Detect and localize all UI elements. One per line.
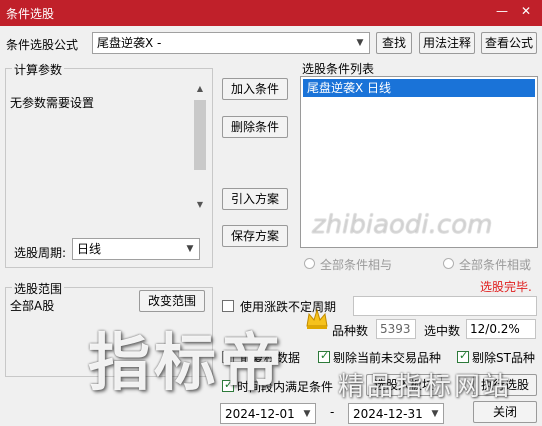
params-text: 无参数需要设置 (10, 96, 95, 110)
list-item[interactable]: 尾盘逆袭X 日线 (303, 79, 535, 97)
minimize-button[interactable]: — (494, 3, 510, 19)
count-label: 品种数 (332, 324, 369, 338)
chevron-down-icon[interactable]: ▼ (182, 239, 198, 259)
scroll-thumb[interactable] (194, 100, 206, 170)
exclude-untraded-label: 剔除当前未交易品种 (333, 351, 442, 365)
range-value: 全部A股 (10, 299, 55, 313)
exclude-st-checkbox[interactable] (457, 349, 469, 363)
selected-label: 选中数 (424, 324, 461, 338)
params-group-label: 计算参数 (12, 61, 65, 78)
period-label: 选股周期: (14, 246, 67, 260)
remove-condition-button[interactable]: 删除条件 (222, 116, 288, 138)
exclude-st-label: 剔除ST品种 (472, 351, 535, 365)
watermark-url: zhibiaodi.com (312, 210, 493, 240)
date-separator: - (330, 405, 335, 419)
use-period-checkbox[interactable] (222, 300, 234, 312)
close-button[interactable]: 关闭 (473, 401, 537, 423)
save-plan-button[interactable]: 保存方案 (222, 225, 288, 247)
or-radio-label: 全部条件相或 (459, 258, 532, 272)
selected-value: 12/0.2% (466, 319, 536, 339)
range-group-label: 选股范围 (12, 280, 65, 297)
start-date-field[interactable]: 2024-12-01 ▼ (220, 403, 316, 424)
find-button[interactable]: 查找 (376, 32, 412, 54)
period-input[interactable] (353, 296, 537, 316)
conditions-list-label: 选股条件列表 (302, 62, 375, 76)
watermark-main: 指标帝 (88, 326, 287, 399)
formula-value: 尾盘逆袭X - (97, 36, 162, 50)
chevron-down-icon[interactable]: ▼ (300, 404, 314, 423)
chevron-down-icon[interactable]: ▼ (428, 404, 442, 423)
watermark-sub: 精品指标网站 (338, 372, 513, 402)
crown-icon (305, 308, 329, 330)
close-window-button[interactable]: ✕ (518, 3, 534, 19)
status-text: 选股完毕. (480, 280, 532, 294)
end-date-value: 2024-12-31 (353, 407, 423, 421)
formula-dropdown[interactable]: 尾盘逆袭X - ▼ (92, 32, 370, 54)
add-condition-button[interactable]: 加入条件 (222, 78, 288, 100)
period-value: 日线 (77, 242, 102, 256)
count-value: 5393 (376, 319, 416, 339)
usage-notes-button[interactable]: 用法注释 (419, 32, 475, 54)
start-date-value: 2024-12-01 (225, 407, 295, 421)
window-title: 条件选股 (6, 7, 55, 21)
exclude-untraded-checkbox[interactable] (318, 349, 330, 363)
formula-label: 条件选股公式 (6, 38, 79, 52)
scroll-down-icon[interactable]: ▼ (192, 198, 208, 212)
import-plan-button[interactable]: 引入方案 (222, 188, 288, 210)
period-dropdown[interactable]: 日线 ▼ (72, 238, 200, 260)
or-radio[interactable] (443, 258, 454, 269)
change-range-button[interactable]: 改变范围 (139, 290, 205, 312)
scroll-up-icon[interactable]: ▲ (192, 82, 208, 96)
and-radio[interactable] (304, 258, 315, 269)
params-scrollbar[interactable]: ▲ ▼ (192, 82, 208, 212)
view-formula-button[interactable]: 查看公式 (481, 32, 537, 54)
and-radio-label: 全部条件相与 (320, 258, 393, 272)
chevron-down-icon[interactable]: ▼ (352, 33, 368, 53)
title-bar (0, 0, 542, 26)
end-date-field[interactable]: 2024-12-31 ▼ (348, 403, 444, 424)
